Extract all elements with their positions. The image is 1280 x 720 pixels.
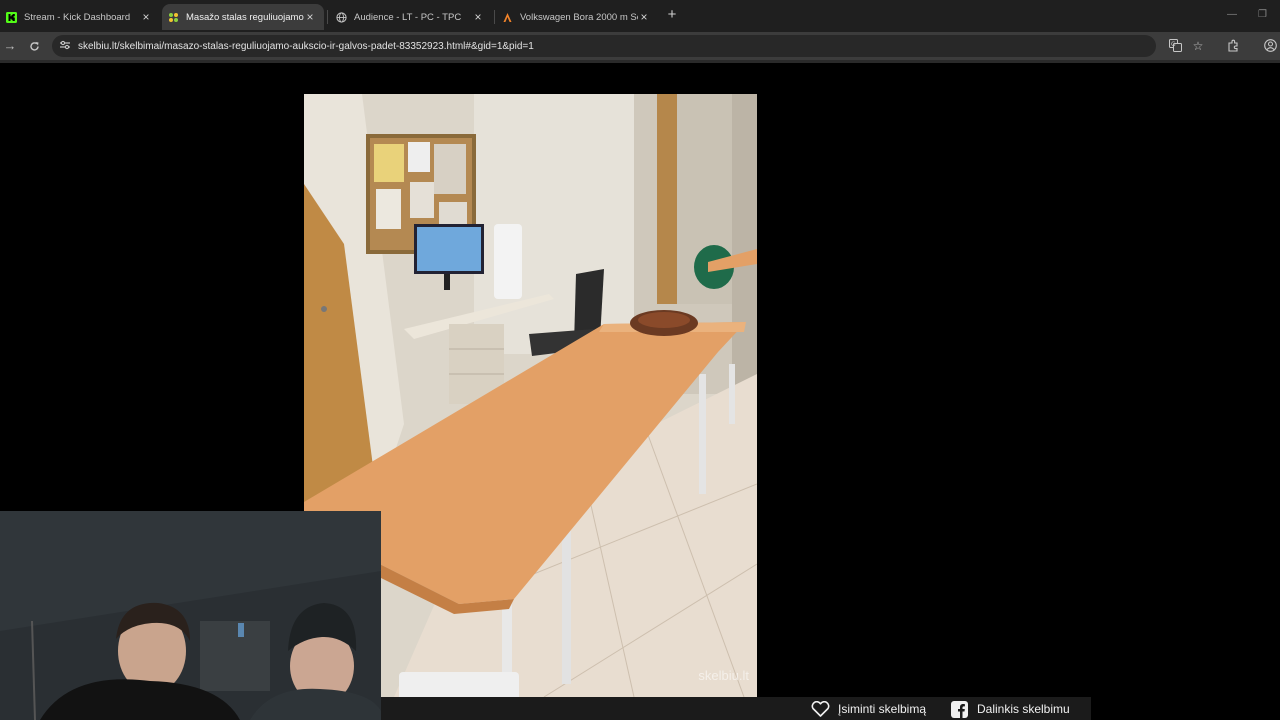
extensions-icon[interactable]: [1226, 39, 1240, 53]
save-listing-label: Įsiminti skelbimą: [838, 702, 927, 716]
tab-volkswagen-bora[interactable]: Volkswagen Bora 2000 m Seda ×: [496, 4, 658, 30]
tab-divider: [494, 10, 495, 24]
new-tab-plus-icon[interactable]: +: [665, 7, 679, 22]
autoplius-icon: [502, 12, 513, 23]
close-icon[interactable]: ×: [140, 11, 152, 23]
forward-arrow-icon[interactable]: →: [2, 38, 18, 54]
maximize-icon[interactable]: ❐: [1258, 9, 1267, 20]
minimize-icon[interactable]: —: [1227, 9, 1237, 20]
share-listing-label: Dalinkis skelbimu: [977, 702, 1070, 716]
reload-icon[interactable]: [26, 38, 42, 54]
tab-kick-dashboard[interactable]: Stream - Kick Dashboard ×: [0, 4, 160, 30]
webcam-feed: [0, 511, 381, 720]
save-listing-button[interactable]: Įsiminti skelbimą: [810, 700, 926, 718]
tab-audience[interactable]: Audience - LT - PC - TPC ×: [330, 4, 492, 30]
address-bar[interactable]: skelbiu.lt/skelbimai/masazo-stalas-regul…: [52, 35, 1156, 57]
facebook-icon: [949, 700, 969, 718]
tab-title: Audience - LT - PC - TPC: [354, 11, 462, 23]
close-icon[interactable]: ×: [638, 11, 650, 23]
tab-divider: [327, 10, 328, 24]
share-listing-button[interactable]: Dalinkis skelbimu: [949, 700, 1070, 718]
tab-title: Stream - Kick Dashboard: [24, 11, 131, 23]
heart-icon: [810, 700, 830, 718]
photo-watermark: skelbiu.lt: [698, 668, 749, 683]
webcam-overlay: [0, 511, 381, 720]
browser-toolbar: → skelbiu.lt/skelbimai/masazo-stalas-reg…: [0, 32, 1280, 60]
close-icon[interactable]: ×: [472, 11, 484, 23]
tab-skelbiu-listing[interactable]: Masažo stalas reguliuojamo au ×: [162, 4, 324, 30]
svg-text:G: G: [1171, 41, 1176, 48]
translate-icon[interactable]: G: [1168, 39, 1182, 53]
close-icon[interactable]: ×: [304, 11, 316, 23]
tab-strip: Stream - Kick Dashboard × Masažo stalas …: [0, 0, 1280, 32]
profile-icon[interactable]: [1263, 39, 1277, 53]
bookmark-star-icon[interactable]: ☆: [1191, 39, 1205, 53]
skelbiu-icon: [168, 12, 179, 23]
kick-icon: [6, 11, 17, 23]
url-text: skelbiu.lt/skelbimai/masazo-stalas-regul…: [78, 40, 534, 52]
site-settings-icon[interactable]: [59, 40, 71, 52]
tab-title: Masažo stalas reguliuojamo au: [186, 11, 304, 23]
listing-action-bar: Įsiminti skelbimą Dalinkis skelbimu: [381, 697, 1091, 720]
tab-title: Volkswagen Bora 2000 m Seda: [520, 11, 638, 23]
globe-icon: [336, 11, 347, 23]
